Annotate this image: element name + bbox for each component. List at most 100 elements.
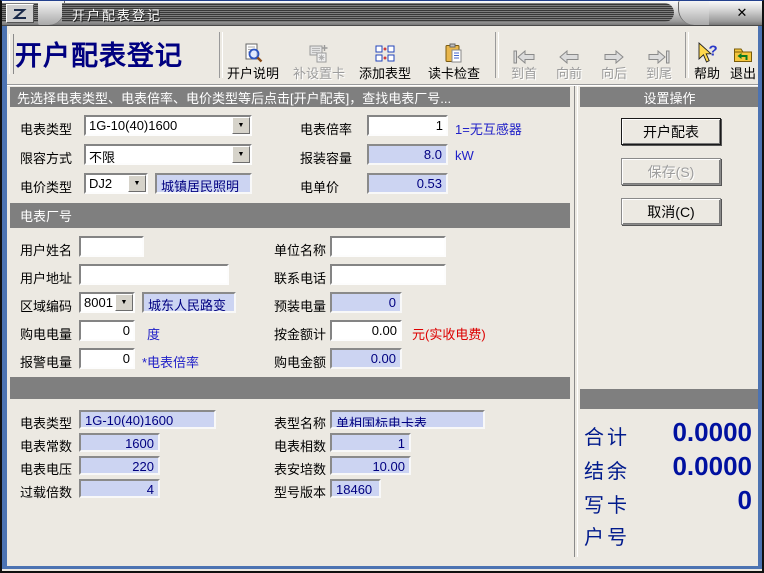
phone-label: 联系电话 <box>274 268 326 287</box>
balance-label: 结余 <box>584 455 630 484</box>
app-window: 开户配表登记 ✕ 开户配表登记 开户说明 补设置卡 添加表型 读卡检查 <box>0 0 764 573</box>
by-amount-label: 按金额计 <box>274 324 326 343</box>
inv-phase-label: 电表相数 <box>274 436 326 455</box>
chevron-down-icon[interactable]: ▼ <box>115 294 133 311</box>
total-label: 合计 <box>584 421 630 450</box>
preset-energy-field: 0 <box>330 292 402 313</box>
system-menu-button[interactable] <box>6 4 34 23</box>
purchase-amount-label: 购电金额 <box>274 352 326 371</box>
toolbar-button-previous: 向前 <box>548 31 590 81</box>
balance-value: 0.0000 <box>672 451 752 482</box>
limit-mode-label: 限容方式 <box>20 148 72 167</box>
meter-type-label: 电表类型 <box>20 119 72 138</box>
open-account-button[interactable]: 开户配表 <box>621 118 721 145</box>
toolbar-separator <box>495 32 499 78</box>
inv-voltage-label: 电表电压 <box>20 459 72 478</box>
inv-version-field: 18460 <box>330 479 381 498</box>
inv-overload-label: 过载倍数 <box>20 482 72 501</box>
toolbar-button-add-meter-model[interactable]: 添加表型 <box>355 31 415 81</box>
address-input[interactable] <box>79 264 229 285</box>
next-arrow-icon <box>603 42 625 64</box>
toolbar-button-next: 向后 <box>593 31 635 81</box>
by-amount-hint: 元(实收电费) <box>412 324 486 343</box>
first-arrow-icon <box>513 42 535 64</box>
window-frame-bottom <box>2 566 762 569</box>
alarm-energy-hint: *电表倍率 <box>142 352 199 371</box>
toolbar-button-read-card-check[interactable]: 读卡检查 <box>423 31 485 81</box>
inv-ampere-label: 表安培数 <box>274 459 326 478</box>
window-frame-right <box>758 23 762 569</box>
by-amount-input[interactable] <box>330 320 402 341</box>
title-bar[interactable]: 开户配表登记 ✕ <box>2 1 762 26</box>
region-desc-field: 城东人民路变 <box>142 292 236 313</box>
unit-price-label: 电单价 <box>300 177 339 196</box>
document-magnifier-icon <box>242 42 264 64</box>
toolbar-button-help[interactable]: ? 帮助 <box>689 31 725 81</box>
org-name-input[interactable] <box>330 236 446 257</box>
cancel-button[interactable]: 取消(C) <box>621 198 721 225</box>
help-cursor-icon: ? <box>696 42 718 64</box>
inv-overload-field: 4 <box>79 479 160 498</box>
inv-constant-label: 电表常数 <box>20 436 72 455</box>
window-frame-left <box>2 23 7 569</box>
titlebar-curve <box>38 1 65 25</box>
alarm-energy-label: 报警电量 <box>20 352 72 371</box>
meter-ratio-hint: 1=无互感器 <box>455 119 522 138</box>
address-label: 用户地址 <box>20 268 72 287</box>
toolbar-button-open-help[interactable]: 开户说明 <box>223 31 283 81</box>
clipboard-check-icon <box>443 42 465 64</box>
purchase-energy-unit: 度 <box>147 324 160 343</box>
capacity-field: 8.0 <box>367 144 448 165</box>
inv-meter-type-label: 电表类型 <box>20 413 72 432</box>
factory-no-bar: 电表厂号 <box>10 203 570 228</box>
chevron-down-icon[interactable]: ▼ <box>232 117 250 134</box>
inv-meter-type-field: 1G-10(40)1600 <box>79 410 216 429</box>
purchase-energy-input[interactable] <box>79 320 135 341</box>
region-select[interactable]: 8001 ▼ <box>79 292 135 313</box>
price-type-select[interactable]: DJ2 ▼ <box>84 173 148 194</box>
chevron-down-icon[interactable]: ▼ <box>232 146 250 163</box>
window-title: 开户配表登记 <box>72 5 162 24</box>
preset-energy-label: 预装电量 <box>274 296 326 315</box>
close-button[interactable]: ✕ <box>732 4 752 21</box>
exit-folder-icon <box>732 42 754 64</box>
inv-constant-field: 1600 <box>79 433 160 452</box>
meter-type-select[interactable]: 1G-10(40)1600 ▼ <box>84 115 252 136</box>
toolbar-button-supplement-card: 补设置卡 <box>289 31 349 81</box>
write-card-label: 写卡 <box>584 489 630 518</box>
inv-voltage-field: 220 <box>79 456 160 475</box>
limit-mode-select[interactable]: 不限 ▼ <box>84 144 252 165</box>
org-name-label: 单位名称 <box>274 240 326 259</box>
purchase-energy-label: 购电电量 <box>20 324 72 343</box>
total-value: 0.0000 <box>672 417 752 448</box>
price-type-desc-field: 城镇居民照明 <box>155 173 252 194</box>
svg-text:?: ? <box>709 43 718 60</box>
meter-ratio-input[interactable] <box>367 115 448 136</box>
alarm-energy-input[interactable] <box>79 348 135 369</box>
ops-panel-header: 设置操作 <box>580 87 759 107</box>
purchase-amount-field: 0.00 <box>330 348 402 369</box>
account-no-label: 户号 <box>584 521 630 550</box>
toolbar-grip[interactable] <box>9 34 14 74</box>
card-plus-icon <box>308 42 330 64</box>
phone-input[interactable] <box>330 264 446 285</box>
capacity-label: 报装容量 <box>300 148 352 167</box>
inv-phase-field: 1 <box>330 433 411 452</box>
user-name-label: 用户姓名 <box>20 240 72 259</box>
toolbar-button-exit[interactable]: 退出 <box>725 31 761 81</box>
write-card-value: 0 <box>738 485 752 516</box>
toolbar: 开户配表登记 开户说明 补设置卡 添加表型 读卡检查 到首 <box>7 26 758 85</box>
prev-arrow-icon <box>558 42 580 64</box>
panel-divider <box>574 85 578 557</box>
toolbar-button-first: 到首 <box>503 31 545 81</box>
add-meter-model-icon <box>374 42 396 64</box>
page-title: 开户配表登记 <box>15 34 183 73</box>
chevron-down-icon[interactable]: ▼ <box>128 175 146 192</box>
confirm-bar <box>580 389 759 409</box>
meter-ratio-label: 电表倍率 <box>300 119 352 138</box>
instruction-text: 先选择电表类型、电表倍率、电价类型等后点击[开户配表]，查找电表厂号... <box>17 88 451 107</box>
titlebar-curve <box>678 1 709 25</box>
price-type-label: 电价类型 <box>20 177 72 196</box>
inventory-bar <box>10 377 570 399</box>
user-name-input[interactable] <box>79 236 144 257</box>
